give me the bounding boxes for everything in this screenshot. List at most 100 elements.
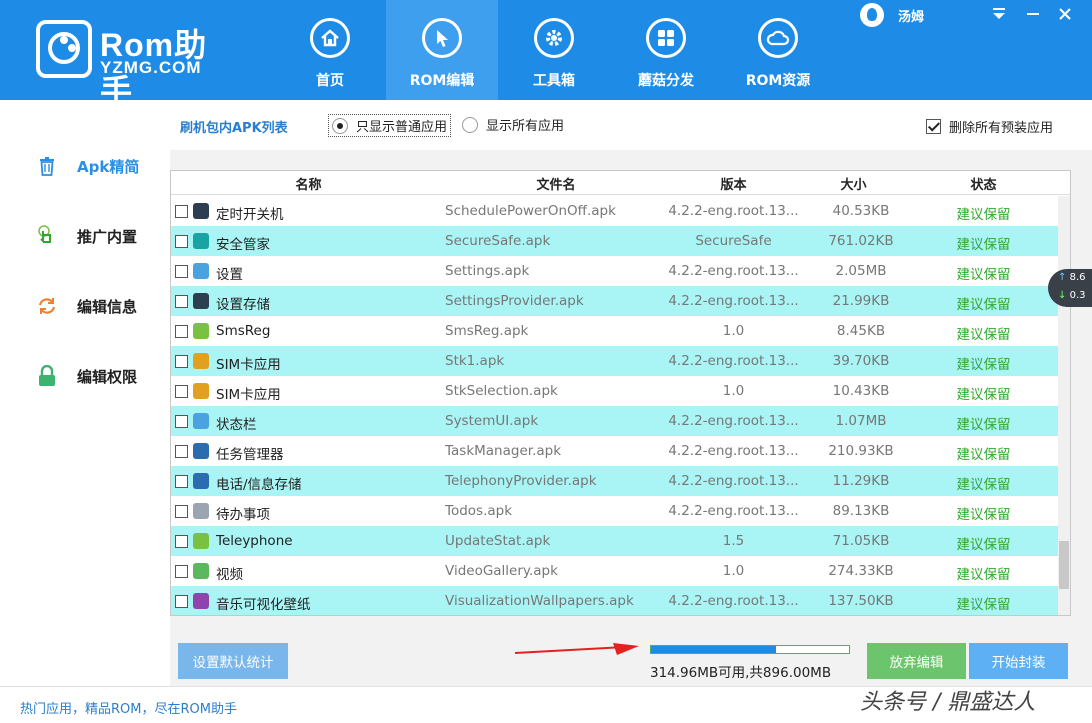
column-header-status[interactable]: 状态 (951, 174, 1016, 193)
table-row[interactable]: 视频 VideoGallery.apk 1.0 274.33KB 建议保留 (171, 556, 1059, 586)
close-icon[interactable] (1055, 6, 1075, 26)
start-package-button[interactable]: 开始封装 (969, 643, 1068, 679)
row-checkbox[interactable] (175, 235, 188, 248)
nav-rom-resources[interactable]: ROM资源 (722, 0, 834, 100)
scrollbar-thumb[interactable] (1059, 541, 1069, 589)
apk-version: 1.0 (722, 383, 745, 399)
apk-size: 8.45KB (836, 323, 886, 339)
table-row[interactable]: 待办事项 Todos.apk 4.2.2-eng.root.13... 89.13KB… (171, 496, 1059, 526)
radio-show-normal-apps[interactable]: 只显示普通应用 (328, 114, 452, 137)
network-speed-widget: ↑ 8.6 ↓ 0.3 (1048, 269, 1092, 307)
row-checkbox[interactable] (175, 505, 188, 518)
apk-version: 1.0 (722, 323, 745, 339)
main-nav: 首页 ROM编辑 工具箱 蘑菇分发 ROM资源 (274, 0, 834, 100)
apk-version: 1.5 (722, 533, 745, 549)
apk-size: 71.05KB (832, 533, 890, 549)
row-checkbox[interactable] (175, 595, 188, 608)
status-badge: 建议保留 (956, 447, 1011, 463)
row-checkbox[interactable] (175, 205, 188, 218)
app-name: 任务管理器 (216, 447, 284, 463)
table-row[interactable]: SIM卡应用 Stk1.apk 4.2.2-eng.root.13... 39.70K… (171, 346, 1059, 376)
table-row[interactable]: 任务管理器 TaskManager.apk 4.2.2-eng.root.13...… (171, 436, 1059, 466)
sidebar-item-apk-slim[interactable]: Apk精简 (36, 154, 139, 178)
column-header-version[interactable]: 版本 (701, 174, 766, 193)
dropdown-menu-icon[interactable] (989, 6, 1009, 26)
nav-rom-edit[interactable]: ROM编辑 (386, 0, 498, 100)
table-row[interactable]: Teleyphone UpdateStat.apk 1.5 71.05KB 建议保留 (171, 526, 1059, 556)
row-checkbox[interactable] (175, 325, 188, 338)
row-checkbox[interactable] (175, 535, 188, 548)
app-icon (193, 233, 209, 249)
table-scrollbar[interactable] (1058, 196, 1070, 615)
status-badge: 建议保留 (956, 567, 1011, 583)
apk-version: 4.2.2-eng.root.13... (668, 443, 799, 459)
nav-distribute[interactable]: 蘑菇分发 (610, 0, 722, 100)
discard-edit-button[interactable]: 放弃编辑 (867, 643, 966, 679)
apk-version: 4.2.2-eng.root.13... (668, 473, 799, 489)
table-row[interactable]: SIM卡应用 StkSelection.apk 1.0 10.43KB 建议保留 (171, 376, 1059, 406)
app-name: 待办事项 (216, 507, 270, 523)
apk-version: 4.2.2-eng.root.13... (668, 293, 799, 309)
row-checkbox[interactable] (175, 445, 188, 458)
table-row[interactable]: 音乐可视化壁纸 VisualizationWallpapers.apk 4.2.2-… (171, 586, 1059, 615)
table-row[interactable]: 安全管家 SecureSafe.apk SecureSafe 761.02KB 建议保留 (171, 226, 1059, 256)
apk-filename: VideoGallery.apk (445, 563, 558, 579)
apk-size: 40.53KB (832, 203, 890, 219)
app-icon (193, 383, 209, 399)
table-row[interactable]: 状态栏 SystemUI.apk 4.2.2-eng.root.13... 1.07M… (171, 406, 1059, 436)
row-checkbox[interactable] (175, 415, 188, 428)
row-checkbox[interactable] (175, 565, 188, 578)
column-header-size[interactable]: 大小 (821, 174, 886, 193)
sidebar-item-label: Apk精简 (77, 157, 140, 176)
nav-rom-edit-label: ROM编辑 (409, 73, 475, 89)
table-row[interactable]: 设置存储 SettingsProvider.apk 4.2.2-eng.root.1… (171, 286, 1059, 316)
cursor-icon (422, 18, 462, 58)
column-header-file[interactable]: 文件名 (521, 174, 591, 193)
apk-version: 4.2.2-eng.root.13... (668, 593, 799, 609)
sidebar-item-label: 编辑信息 (77, 297, 138, 316)
app-icon (193, 533, 209, 549)
row-checkbox[interactable] (175, 475, 188, 488)
table-row[interactable]: SmsReg SmsReg.apk 1.0 8.45KB 建议保留 (171, 316, 1059, 346)
apk-list-title: 刷机包内APK列表 (180, 121, 288, 136)
user-account[interactable]: 汤姆 (860, 3, 924, 27)
nav-home[interactable]: 首页 (274, 0, 386, 100)
radio-circle (462, 116, 478, 133)
filter-bar: 刷机包内APK列表 只显示普通应用 显示所有应用 删除所有预装应用 (170, 100, 1092, 150)
table-row[interactable]: 定时开关机 SchedulePowerOnOff.apk 4.2.2-eng.roo… (171, 196, 1059, 226)
status-badge: 建议保留 (956, 207, 1011, 223)
column-header-name[interactable]: 名称 (271, 174, 346, 193)
app-icon (193, 323, 209, 339)
row-checkbox[interactable] (175, 265, 188, 278)
table-row[interactable]: 电话/信息存储 TelephonyProvider.apk 4.2.2-eng.ro… (171, 466, 1059, 496)
app-name: SIM卡应用 (216, 357, 281, 373)
nav-home-label: 首页 (316, 73, 344, 89)
nav-toolbox[interactable]: 工具箱 (498, 0, 610, 100)
sidebar-item-permissions[interactable]: 编辑权限 (36, 364, 137, 388)
app-logo: Rom助手 YZMG.COM (36, 18, 236, 109)
radio-show-all-apps[interactable]: 显示所有应用 (462, 115, 564, 134)
apk-size: 274.33KB (828, 563, 894, 579)
status-badge: 建议保留 (956, 327, 1011, 343)
set-default-stats-button[interactable]: 设置默认统计 (178, 643, 288, 679)
upload-speed: ↑ 8.6 (1058, 272, 1086, 283)
app-name: 视频 (216, 567, 243, 583)
row-checkbox[interactable] (175, 295, 188, 308)
sidebar-item-promo[interactable]: 推广内置 (36, 224, 137, 248)
minimize-icon[interactable] (1023, 6, 1043, 26)
avatar (860, 3, 884, 27)
status-badge: 建议保留 (956, 387, 1011, 403)
row-checkbox[interactable] (175, 355, 188, 368)
apk-size: 10.43KB (832, 383, 890, 399)
app-name: SmsReg (216, 323, 271, 339)
sidebar-item-edit-info[interactable]: 编辑信息 (36, 294, 137, 318)
table-row[interactable]: 设置 Settings.apk 4.2.2-eng.root.13... 2.05MB… (171, 256, 1059, 286)
checkbox-delete-preinstalled[interactable]: 删除所有预装应用 (926, 117, 1053, 136)
app-name: 设置存储 (216, 297, 270, 313)
trash-icon (36, 155, 58, 177)
sidebar: Apk精简 推广内置 编辑信息 编辑权限 (0, 100, 170, 686)
sidebar-item-label: 编辑权限 (77, 367, 138, 386)
row-checkbox[interactable] (175, 385, 188, 398)
apk-filename: SmsReg.apk (445, 323, 529, 339)
status-badge: 建议保留 (956, 297, 1011, 313)
